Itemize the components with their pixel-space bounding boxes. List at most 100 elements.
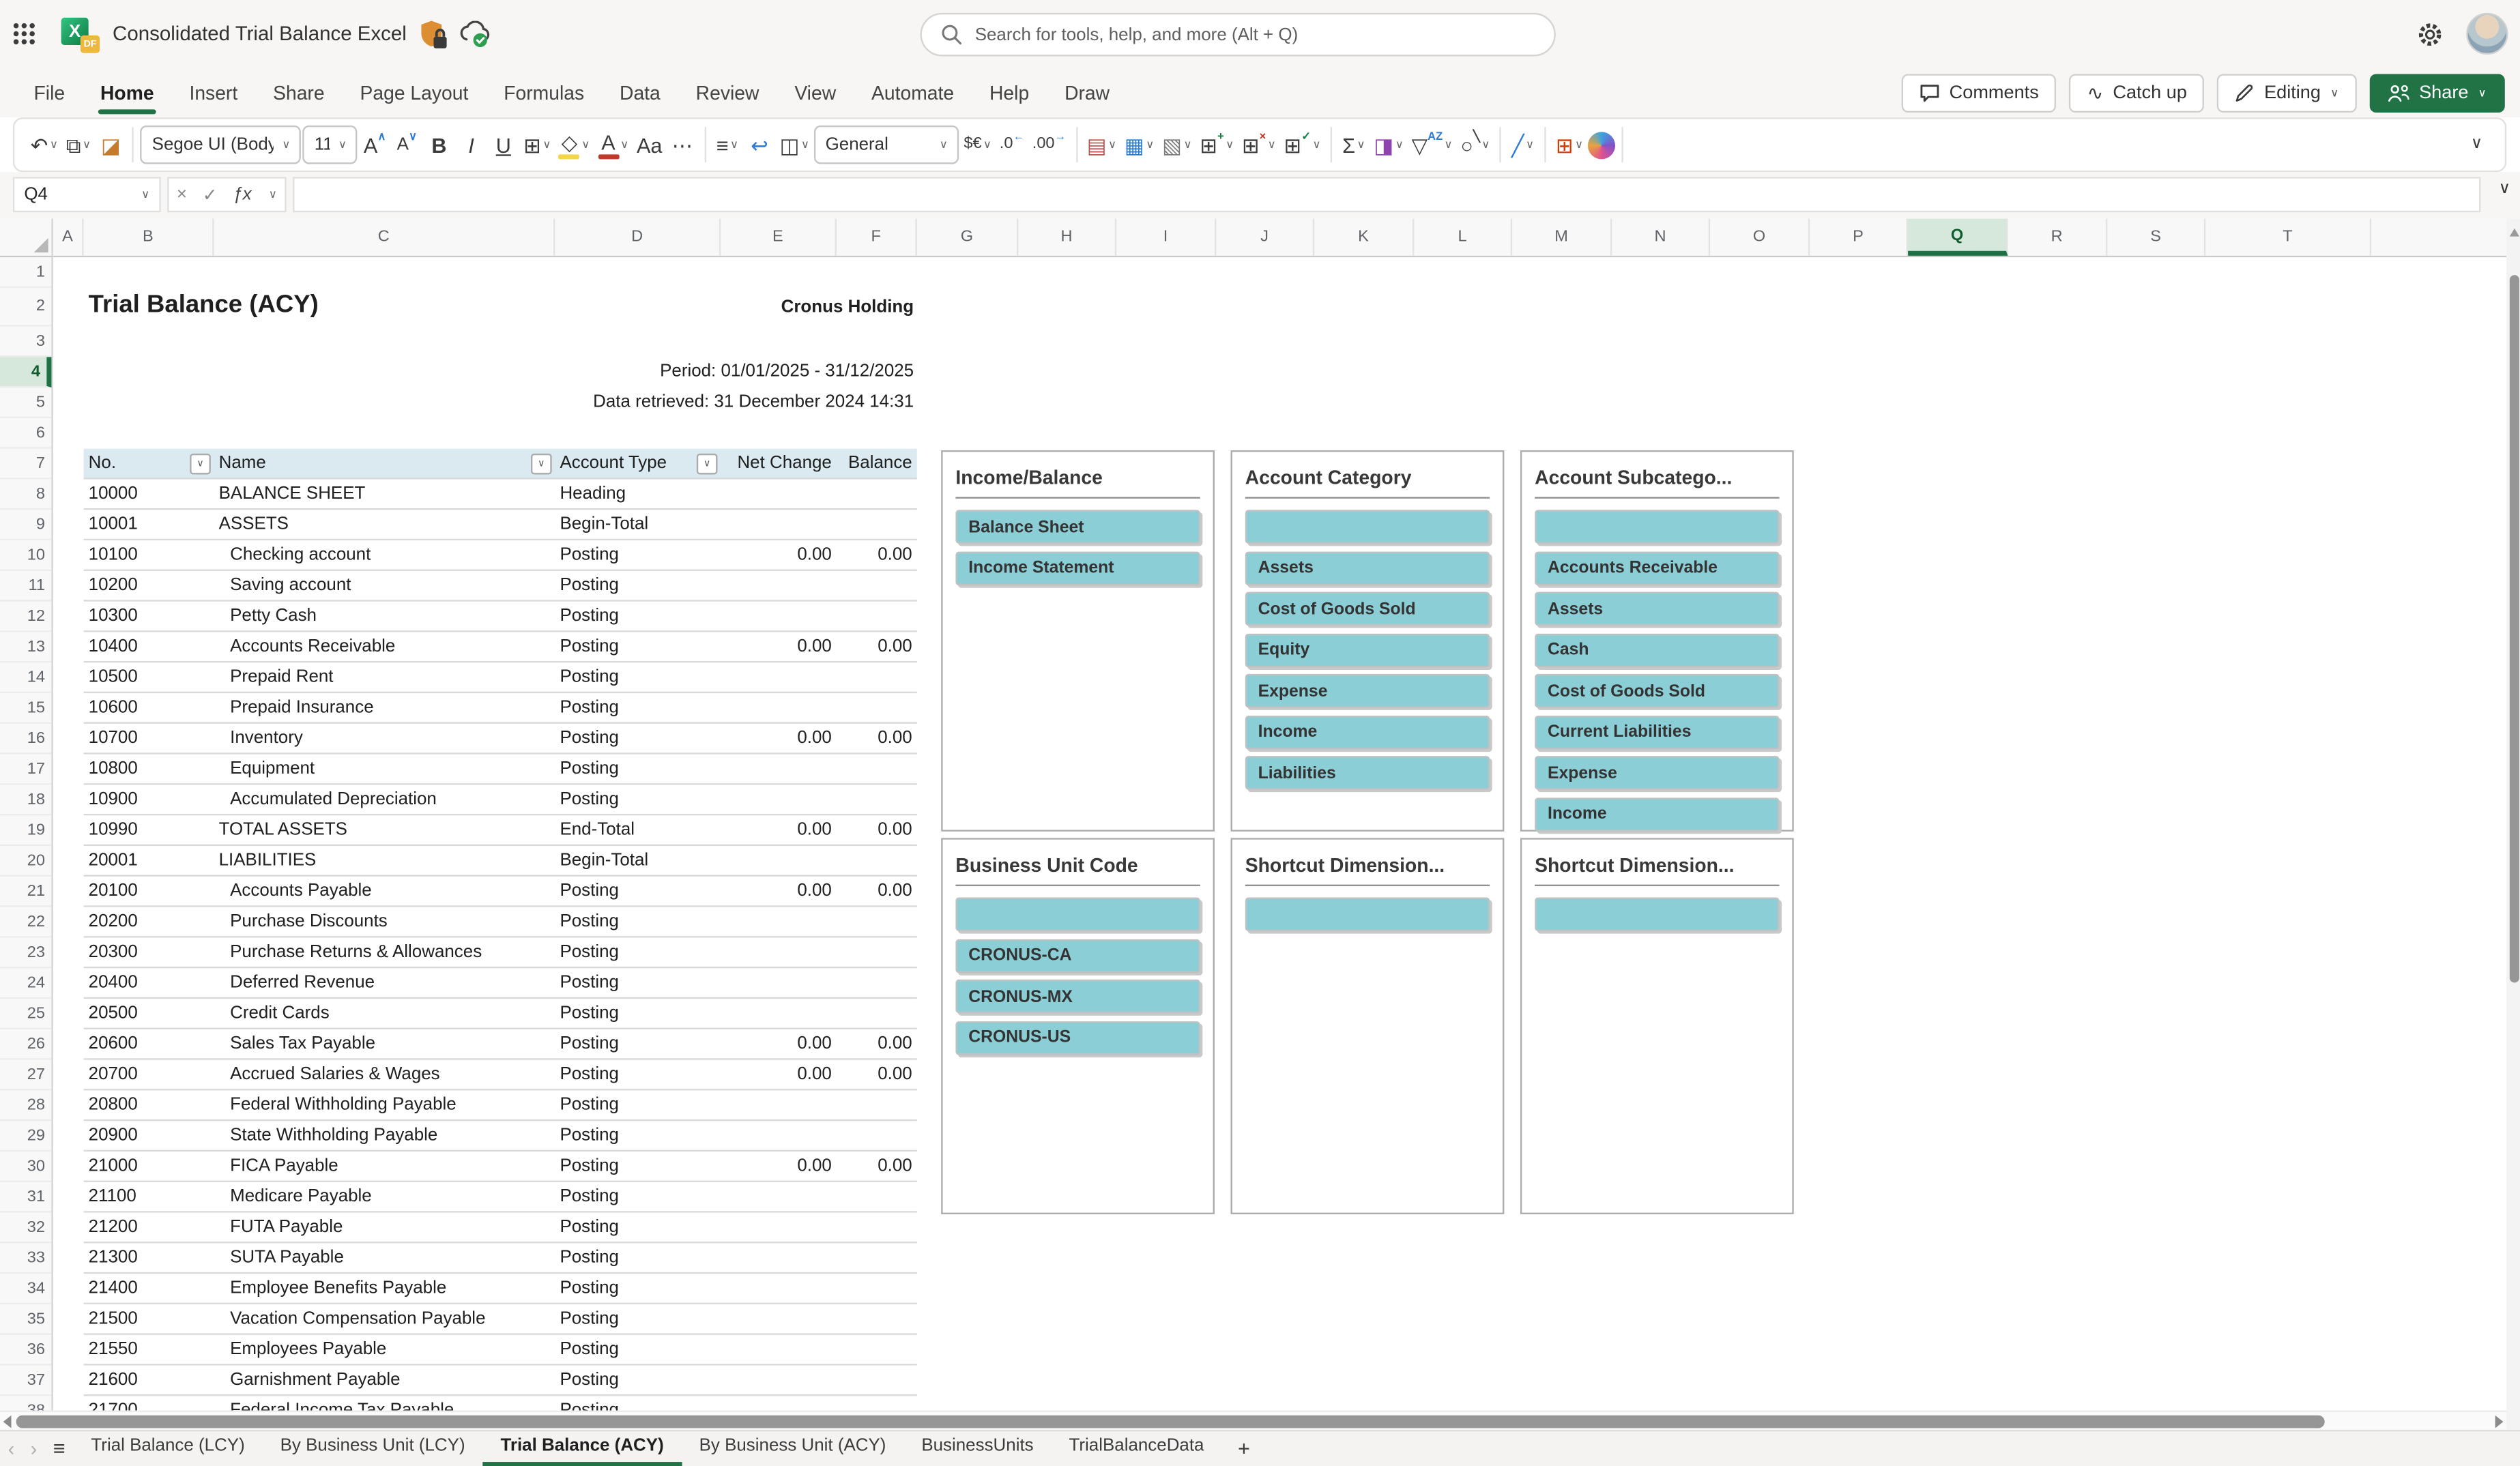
cell-balance[interactable] xyxy=(837,754,917,783)
cell-account-type[interactable]: Posting xyxy=(555,1213,721,1242)
row-header-4[interactable]: 4 xyxy=(0,357,52,388)
cell-net-change[interactable] xyxy=(721,1182,837,1211)
row-header-6[interactable]: 6 xyxy=(0,418,52,449)
cell-net-change[interactable] xyxy=(721,662,837,691)
cell-no[interactable]: 20200 xyxy=(84,907,214,936)
italic-button[interactable]: I xyxy=(456,124,487,166)
cell-net-change[interactable]: 0.00 xyxy=(721,1152,837,1180)
cell-account-type[interactable]: Posting xyxy=(555,1335,721,1364)
cell-no[interactable]: 21550 xyxy=(84,1335,214,1364)
cell-account-type[interactable]: Posting xyxy=(555,632,721,661)
row-header-19[interactable]: 19 xyxy=(0,815,52,847)
undo-button[interactable]: ↶ ∨ xyxy=(27,124,61,166)
cell-net-change[interactable]: 0.00 xyxy=(721,877,837,905)
filter-dropdown-account-type[interactable]: ∨ xyxy=(696,453,718,475)
scroll-up-arrow[interactable] xyxy=(2509,228,2520,237)
cell-account-type[interactable]: Posting xyxy=(555,754,721,783)
cell-name[interactable]: FUTA Payable xyxy=(214,1213,555,1242)
column-header-j[interactable]: J xyxy=(1216,218,1315,256)
column-header-l[interactable]: L xyxy=(1414,218,1513,256)
row-header-37[interactable]: 37 xyxy=(0,1366,52,1396)
clipboard-paste-button[interactable]: ⧉ ∨ xyxy=(63,124,94,166)
cell-account-type[interactable]: Posting xyxy=(555,693,721,722)
cell-net-change[interactable]: 0.00 xyxy=(721,1060,837,1089)
table-row[interactable]: 10990 TOTAL ASSETS End-Total 0.00 0.00 xyxy=(83,815,917,847)
filter-dropdown-name[interactable]: ∨ xyxy=(531,453,552,475)
slicer-item-blank[interactable] xyxy=(1535,897,1780,932)
cell-account-type[interactable]: Posting xyxy=(555,1182,721,1211)
column-header-g[interactable]: G xyxy=(917,218,1019,256)
cell-name[interactable]: Garnishment Payable xyxy=(214,1366,555,1394)
menu-tab-data[interactable]: Data xyxy=(602,68,678,117)
cell-name[interactable]: Prepaid Rent xyxy=(214,662,555,691)
row-header-28[interactable]: 28 xyxy=(0,1090,52,1122)
increase-decimal-button[interactable]: .00 → xyxy=(1029,124,1069,166)
column-header-q[interactable]: Q xyxy=(1908,218,2008,256)
cell-name[interactable]: Employee Benefits Payable xyxy=(214,1274,555,1302)
cell-name[interactable]: State Withholding Payable xyxy=(214,1121,555,1149)
row-header-30[interactable]: 30 xyxy=(0,1152,52,1182)
cell-balance[interactable] xyxy=(837,1090,917,1119)
sheet-tab-trialbalancedata[interactable]: TrialBalanceData xyxy=(1052,1431,1222,1466)
cell-balance[interactable] xyxy=(837,693,917,722)
column-header-d[interactable]: D xyxy=(555,218,721,256)
table-row[interactable]: 10600 Prepaid Insurance Posting xyxy=(83,693,917,724)
cell-net-change[interactable] xyxy=(721,999,837,1027)
copilot-icon[interactable] xyxy=(1588,131,1616,159)
cell-account-type[interactable]: Posting xyxy=(555,968,721,997)
column-header-e[interactable]: E xyxy=(721,218,837,256)
slicer-item-blank[interactable] xyxy=(1245,510,1490,544)
cell-balance[interactable] xyxy=(837,480,917,508)
slicer-business-unit-code[interactable]: Business Unit Code CRONUS-CA CRONUS-MX CRON… xyxy=(941,838,1215,1214)
cell-name[interactable]: Federal Withholding Payable xyxy=(214,1090,555,1119)
cell-name[interactable]: TOTAL ASSETS xyxy=(214,815,555,844)
table-row[interactable]: 21100 Medicare Payable Posting xyxy=(83,1182,917,1213)
row-header-11[interactable]: 11 xyxy=(0,571,52,602)
cell-account-type[interactable]: Posting xyxy=(555,1366,721,1394)
cell-net-change[interactable] xyxy=(721,1274,837,1302)
cell-net-change[interactable] xyxy=(721,602,837,630)
cell-no[interactable]: 20001 xyxy=(84,846,214,875)
menu-tab-file[interactable]: File xyxy=(16,68,83,117)
cell-balance[interactable] xyxy=(837,602,917,630)
editing-mode-button[interactable]: Editing ∨ xyxy=(2217,73,2357,112)
cell-no[interactable]: 10000 xyxy=(84,480,214,508)
cell-balance[interactable] xyxy=(837,1366,917,1394)
row-header-9[interactable]: 9 xyxy=(0,510,52,541)
cell-account-type[interactable]: Posting xyxy=(555,1243,721,1272)
cell-account-type[interactable]: Posting xyxy=(555,1029,721,1058)
cell-name[interactable]: Saving account xyxy=(214,571,555,600)
column-header-f[interactable]: F xyxy=(837,218,917,256)
cell-net-change[interactable] xyxy=(721,1213,837,1242)
cell-net-change[interactable] xyxy=(721,1121,837,1149)
name-box[interactable]: Q4 ∨ xyxy=(12,177,161,213)
table-row[interactable]: 20200 Purchase Discounts Posting xyxy=(83,907,917,938)
row-header-8[interactable]: 8 xyxy=(0,480,52,510)
cell-net-change[interactable]: 0.00 xyxy=(721,815,837,844)
search-input[interactable]: Search for tools, help, and more (Alt + … xyxy=(920,12,1556,57)
format-cells-button[interactable]: ⊞ ✓ ∨ xyxy=(1281,124,1324,166)
slicer-item-balance-sheet[interactable]: Balance Sheet xyxy=(955,510,1200,544)
slicer-shortcut-dimension[interactable]: Shortcut Dimension... xyxy=(1520,838,1794,1214)
slicer-item-blank[interactable] xyxy=(1535,510,1780,544)
borders-button[interactable]: ⊞ ∨ xyxy=(521,124,555,166)
cell-no[interactable]: 21700 xyxy=(84,1396,214,1410)
row-header-21[interactable]: 21 xyxy=(0,877,52,907)
menu-tab-automate[interactable]: Automate xyxy=(854,68,972,117)
table-row[interactable]: 10000 BALANCE SHEET Heading xyxy=(83,480,917,510)
menu-tab-review[interactable]: Review xyxy=(678,68,777,117)
cell-balance[interactable]: 0.00 xyxy=(837,1152,917,1180)
cell-no[interactable]: 10300 xyxy=(84,602,214,630)
row-header-31[interactable]: 31 xyxy=(0,1182,52,1213)
cell-balance[interactable]: 0.00 xyxy=(837,632,917,661)
share-button[interactable]: Share ∨ xyxy=(2369,73,2504,112)
cell-account-type[interactable]: Posting xyxy=(555,877,721,905)
cell-no[interactable]: 10700 xyxy=(84,724,214,752)
cell-no[interactable]: 21300 xyxy=(84,1243,214,1272)
cell-balance[interactable]: 0.00 xyxy=(837,815,917,844)
ribbon-display-options-button[interactable]: ∨ xyxy=(2461,124,2492,166)
cell-name[interactable]: Purchase Returns & Allowances xyxy=(214,937,555,966)
slicer-item-equity[interactable]: Equity xyxy=(1245,632,1490,667)
cell-account-type[interactable]: Posting xyxy=(555,1121,721,1149)
cell-account-type[interactable]: Posting xyxy=(555,540,721,569)
